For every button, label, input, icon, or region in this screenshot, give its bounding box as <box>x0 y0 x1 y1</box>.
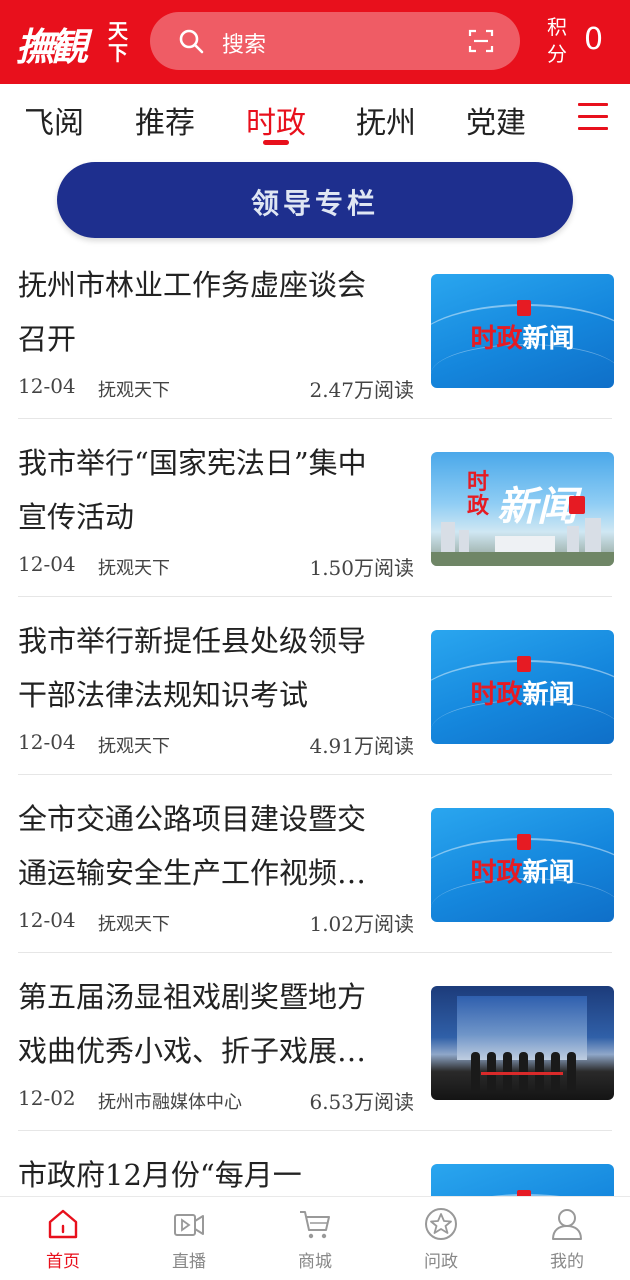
logo-main-text: 撫観 <box>16 24 88 69</box>
nav-mine[interactable]: 我的 <box>504 1197 630 1280</box>
news-date: 12-04 <box>18 908 76 932</box>
news-source: 抚州市融媒体中心 <box>98 1092 242 1113</box>
news-date: 12-04 <box>18 730 76 754</box>
nav-home[interactable]: 首页 <box>0 1197 126 1280</box>
tab-fuzhou[interactable]: 抚州 <box>356 98 416 142</box>
news-reads: 2.47万阅读 <box>309 378 414 402</box>
news-meta: 12-04 抚观天下 1.02万阅读 <box>18 908 414 938</box>
bottom-navigation: 首页 直播 商城 问政 我的 <box>0 1196 630 1280</box>
news-meta: 12-04 抚观天下 1.50万阅读 <box>18 552 414 582</box>
news-reads: 1.02万阅读 <box>309 912 414 936</box>
news-source: 抚观天下 <box>98 914 170 935</box>
channel-tabs: 飞阅 推荐 时政 抚州 党建 <box>0 84 630 152</box>
video-icon <box>174 1214 204 1236</box>
nav-label: 首页 <box>46 1252 80 1272</box>
news-thumbnail <box>431 1164 614 1196</box>
nav-inquiry[interactable]: 问政 <box>378 1197 504 1280</box>
news-feed: 抚州市林业工作务虚座谈会召开 12-04 抚观天下 2.47万阅读 时政新闻 我… <box>0 252 630 1196</box>
news-title: 全市交通公路项目建设暨交通运输安全生产工作视频… <box>18 802 367 890</box>
news-item[interactable]: 我市举行新提任县处级领导干部法律法规知识考试 12-04 抚观天下 4.91万阅… <box>0 608 630 786</box>
news-meta: 12-04 抚观天下 2.47万阅读 <box>18 374 414 404</box>
menu-icon[interactable] <box>578 103 608 131</box>
top-header: 撫観 天下 搜索 积分 0 <box>0 0 630 84</box>
tab-dangjian[interactable]: 党建 <box>466 98 526 142</box>
news-title: 抚州市林业工作务虚座谈会召开 <box>18 268 367 356</box>
news-title: 第五届汤显祖戏剧奖暨地方戏曲优秀小戏、折子戏展… <box>18 980 367 1068</box>
news-date: 12-04 <box>18 552 76 576</box>
news-item[interactable]: 我市举行“国家宪法日”集中宣传活动 12-04 抚观天下 1.50万阅读 时政 … <box>0 430 630 608</box>
search-icon <box>179 29 204 54</box>
news-title: 市政府12月份“每月一 <box>18 1158 302 1192</box>
points-value[interactable]: 0 <box>584 22 603 57</box>
seal-icon <box>517 300 531 316</box>
news-thumbnail: 时政新闻 <box>431 274 614 388</box>
nav-label: 我的 <box>550 1252 584 1272</box>
nav-mall[interactable]: 商城 <box>252 1197 378 1280</box>
news-item[interactable]: 市政府12月份“每月一 <box>0 1142 630 1196</box>
tab-tuijian[interactable]: 推荐 <box>135 98 195 142</box>
seal-icon <box>517 834 531 850</box>
tab-shizheng[interactable]: 时政 <box>246 98 306 142</box>
nav-label: 直播 <box>172 1252 206 1272</box>
news-item[interactable]: 全市交通公路项目建设暨交通运输安全生产工作视频… 12-04 抚观天下 1.02… <box>0 786 630 964</box>
seal-icon <box>569 496 585 514</box>
cart-icon <box>300 1211 330 1239</box>
news-meta: 12-04 抚观天下 4.91万阅读 <box>18 730 414 760</box>
news-thumbnail: 时政新闻 <box>431 808 614 922</box>
news-reads: 1.50万阅读 <box>309 556 414 580</box>
scan-icon[interactable] <box>468 28 494 54</box>
search-input[interactable]: 搜索 <box>222 27 266 59</box>
news-thumbnail: 时政新闻 <box>431 630 614 744</box>
news-source: 抚观天下 <box>98 380 170 401</box>
logo-small-text: 天下 <box>108 19 128 65</box>
news-date: 12-04 <box>18 374 76 398</box>
news-item[interactable]: 第五届汤显祖戏剧奖暨地方戏曲优秀小戏、折子戏展… 12-02 抚州市融媒体中心 … <box>0 964 630 1142</box>
active-tab-indicator <box>263 140 289 145</box>
news-reads: 4.91万阅读 <box>309 734 414 758</box>
divider <box>18 418 612 419</box>
divider <box>18 774 612 775</box>
nav-label: 问政 <box>424 1252 458 1272</box>
nav-live[interactable]: 直播 <box>126 1197 252 1280</box>
user-icon <box>552 1209 582 1240</box>
news-title: 我市举行新提任县处级领导干部法律法规知识考试 <box>18 624 367 712</box>
search-bar[interactable]: 搜索 <box>150 12 520 70</box>
home-icon <box>48 1209 78 1239</box>
news-reads: 6.53万阅读 <box>309 1090 414 1114</box>
news-date: 12-02 <box>18 1086 76 1110</box>
banner-label: 领导专栏 <box>250 187 379 220</box>
news-source: 抚观天下 <box>98 736 170 757</box>
divider <box>18 596 612 597</box>
news-item[interactable]: 抚州市林业工作务虚座谈会召开 12-04 抚观天下 2.47万阅读 时政新闻 <box>0 252 630 430</box>
leader-column-banner[interactable]: 领导专栏 <box>57 162 573 238</box>
news-thumbnail <box>431 986 614 1100</box>
star-icon <box>425 1208 457 1240</box>
news-source: 抚观天下 <box>98 558 170 579</box>
tab-feiyue[interactable]: 飞阅 <box>24 98 84 142</box>
news-meta: 12-02 抚州市融媒体中心 6.53万阅读 <box>18 1086 414 1116</box>
news-title: 我市举行“国家宪法日”集中宣传活动 <box>18 446 367 534</box>
divider <box>18 952 612 953</box>
nav-label: 商城 <box>298 1252 332 1272</box>
news-thumbnail: 时政 新闻 <box>431 452 614 566</box>
app-logo[interactable]: 撫観 天下 <box>16 14 132 70</box>
seal-icon <box>517 656 531 672</box>
points-label[interactable]: 积分 <box>547 14 571 68</box>
divider <box>18 1130 612 1131</box>
